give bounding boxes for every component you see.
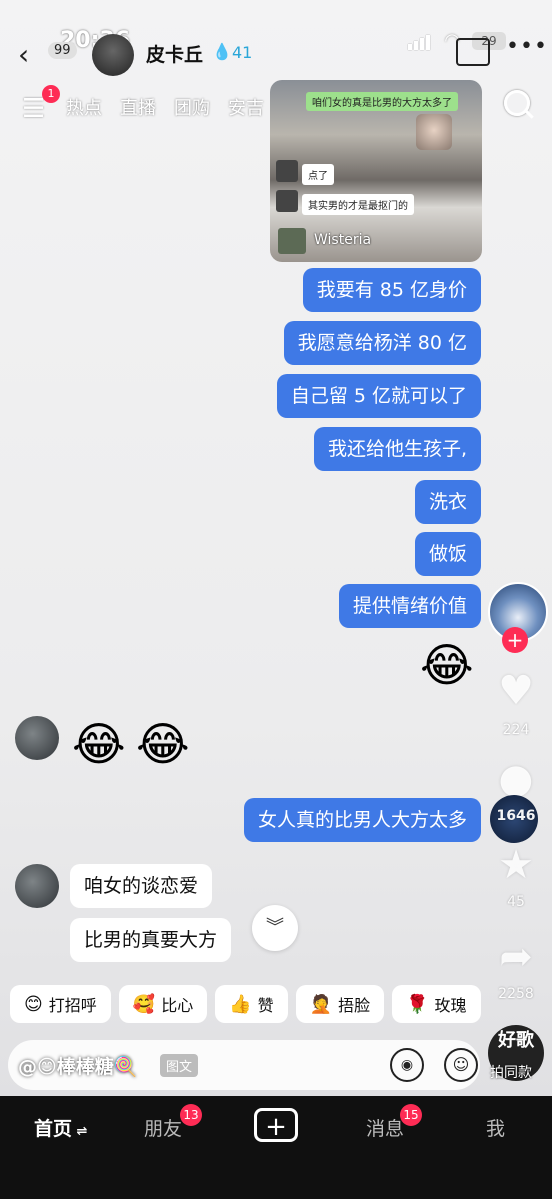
menu-badge: 1 xyxy=(42,85,60,103)
swap-icon: ⇌ xyxy=(72,1124,88,1139)
tab-live[interactable]: 直播 xyxy=(120,94,156,120)
message-emoji-received[interactable]: 😂 xyxy=(72,716,126,772)
favorite-icon[interactable]: ★ xyxy=(494,842,538,888)
like-count: 224 xyxy=(502,722,530,738)
flame-icon: 💧 xyxy=(212,42,232,61)
more-icon[interactable]: ••• xyxy=(506,34,548,59)
voice-icon[interactable]: ◉ xyxy=(390,1048,424,1082)
message-sent[interactable]: 做饭 xyxy=(414,532,481,576)
video-author[interactable]: @😊棒棒糖🍭 xyxy=(18,1052,137,1079)
song-caption[interactable]: 拍同款 xyxy=(490,1062,532,1082)
scroll-down-button[interactable]: ︾ xyxy=(252,905,298,951)
shared-avatar xyxy=(276,190,298,212)
contact-avatar[interactable] xyxy=(92,34,134,76)
message-sent[interactable]: 我要有 85 亿身价 xyxy=(302,268,481,312)
post-type-tag: 图文 xyxy=(160,1054,199,1077)
nav-me[interactable]: 我 xyxy=(486,1114,505,1141)
friends-badge: 13 xyxy=(180,1104,202,1126)
quick-reply-like[interactable]: 👍 赞 xyxy=(215,985,288,1023)
unread-count-badge: 99 xyxy=(48,42,77,59)
watermark-avatar xyxy=(278,228,306,254)
quick-reply-facepalm[interactable]: 🤦 捂脸 xyxy=(295,985,385,1023)
create-button[interactable]: + xyxy=(254,1108,298,1142)
messages-badge: 15 xyxy=(400,1104,422,1126)
menu-icon[interactable]: ☰ xyxy=(22,94,45,124)
message-sent[interactable]: 女人真的比男人大方太多 xyxy=(243,798,481,842)
message-received[interactable]: 咱女的谈恋爱 xyxy=(70,864,213,908)
tab-hot[interactable]: 热点 xyxy=(66,94,102,120)
quick-reply-bar: 😊 打招呼 🥰 比心 👍 赞 🤦 捂脸 🌹 玫瑰 xyxy=(10,985,481,1023)
message-emoji-received[interactable]: 😂 xyxy=(136,716,190,772)
like-icon[interactable]: ♥ xyxy=(494,668,538,714)
shared-screenshot-image[interactable]: 咱们女的真是比男的大方太多了 点了 其实男的才是最抠门的 Wisteria xyxy=(270,80,482,262)
emoji-icon[interactable]: ☺ xyxy=(444,1048,478,1082)
comment-count: 1646 xyxy=(496,808,536,824)
message-sent[interactable]: 提供情绪价值 xyxy=(338,584,481,628)
sender-avatar[interactable] xyxy=(15,716,59,760)
tab-anji[interactable]: 安吉 xyxy=(228,94,264,120)
bottom-nav: 首页 ⇌ 朋友 13 + 消息 15 我 xyxy=(0,1096,552,1199)
shared-reply: 其实男的才是最抠门的 xyxy=(302,194,414,215)
heart-hands-icon: 🥰 xyxy=(132,993,156,1015)
favorite-count: 45 xyxy=(507,894,525,910)
rose-icon: 🌹 xyxy=(406,993,429,1015)
flame-count: 41 xyxy=(232,43,253,62)
message-sent[interactable]: 我还给他生孩子, xyxy=(313,427,481,471)
shared-caption: 咱们女的真是比男的大方太多了 xyxy=(306,92,458,111)
quick-reply-greet[interactable]: 😊 打招呼 xyxy=(10,985,111,1023)
shared-photo xyxy=(416,114,452,150)
video-call-icon[interactable] xyxy=(456,38,490,66)
message-received[interactable]: 比男的真要大方 xyxy=(70,918,232,962)
quick-reply-heart[interactable]: 🥰 比心 xyxy=(118,985,208,1023)
shared-avatar xyxy=(276,160,298,182)
sender-avatar[interactable] xyxy=(15,864,59,908)
nav-friends[interactable]: 朋友 xyxy=(144,1114,182,1141)
nav-home[interactable]: 首页 ⇌ xyxy=(34,1114,87,1141)
message-sent[interactable]: 我愿意给杨洋 80 亿 xyxy=(283,321,481,365)
follow-button[interactable]: + xyxy=(502,627,528,653)
chat-screen: 20:36 ◠ 29 ‹ 99 皮卡丘 💧 41 ••• ☰ 1 热点 直播 团… xyxy=(0,0,552,1199)
search-icon[interactable] xyxy=(504,90,530,116)
message-sent[interactable]: 洗衣 xyxy=(414,480,481,524)
share-icon[interactable]: ➦ xyxy=(494,934,538,980)
cellular-signal-icon xyxy=(408,31,432,50)
share-count: 2258 xyxy=(498,986,534,1002)
back-icon[interactable]: ‹ xyxy=(18,38,29,71)
chevron-double-down-icon: ︾ xyxy=(266,917,284,938)
message-emoji-sent[interactable]: 😂 xyxy=(420,637,474,693)
thumbs-up-icon: 👍 xyxy=(229,993,252,1015)
shared-watermark: Wisteria xyxy=(314,232,372,248)
message-sent[interactable]: 自己留 5 亿就可以了 xyxy=(276,374,481,418)
shared-reply: 点了 xyxy=(302,164,334,185)
quick-reply-rose[interactable]: 🌹 玫瑰 xyxy=(392,985,481,1023)
greet-icon: 😊 xyxy=(24,993,43,1015)
nav-messages[interactable]: 消息 xyxy=(366,1114,404,1141)
facepalm-icon: 🤦 xyxy=(309,993,333,1015)
contact-name[interactable]: 皮卡丘 xyxy=(146,40,203,67)
tab-group-buy[interactable]: 团购 xyxy=(174,94,210,120)
